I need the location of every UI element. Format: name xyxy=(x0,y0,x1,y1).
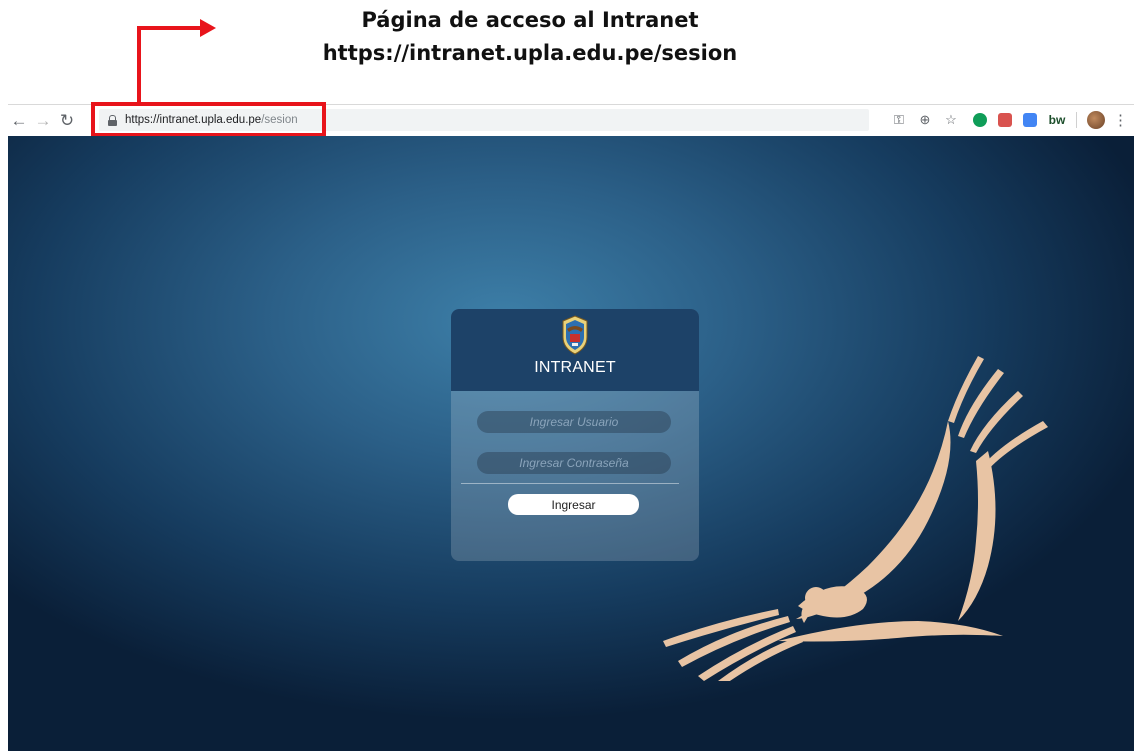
pdf-extension-icon[interactable] xyxy=(998,113,1012,127)
address-bar[interactable]: https://intranet.upla.edu.pe/sesion xyxy=(99,109,869,131)
url-path: /sesion xyxy=(261,114,298,126)
condor-illustration xyxy=(663,356,1048,681)
form-divider xyxy=(461,483,679,484)
browser-toolbar: ← → ↻ https://intranet.upla.edu.pe/sesio… xyxy=(8,104,1134,137)
forward-arrow-icon[interactable]: → xyxy=(32,109,54,133)
university-seal-logo xyxy=(562,315,588,355)
lock-icon[interactable] xyxy=(108,114,117,126)
profile-avatar[interactable] xyxy=(1087,111,1105,129)
page-viewport: INTRANET Ingresar xyxy=(8,136,1134,751)
annotation-url: https://intranet.upla.edu.pe/sesion xyxy=(322,41,738,65)
username-input[interactable] xyxy=(477,411,671,433)
login-title: INTRANET xyxy=(534,359,616,376)
menu-icon[interactable]: ⋮ xyxy=(1113,111,1128,129)
zoom-icon[interactable]: ⊕ xyxy=(914,109,936,131)
annotation-arrow-line xyxy=(137,26,141,102)
url-text[interactable]: https://intranet.upla.edu.pe/sesion xyxy=(125,114,298,126)
reload-icon[interactable]: ↻ xyxy=(56,109,78,133)
login-button[interactable]: Ingresar xyxy=(508,494,639,515)
star-icon[interactable]: ☆ xyxy=(940,109,962,131)
annotation-arrow-head xyxy=(200,19,216,37)
bw-extension-icon[interactable]: bw xyxy=(1048,113,1066,127)
annotation-arrow-line-horizontal xyxy=(137,26,203,30)
toolbar-actions: ⚿ ⊕ ☆ bw ⋮ xyxy=(884,109,1128,131)
back-arrow-icon[interactable]: ← xyxy=(8,109,30,133)
password-input[interactable] xyxy=(477,452,671,474)
annotation-caption: Página de acceso al Intranet https://int… xyxy=(180,4,880,70)
translate-extension-icon[interactable] xyxy=(1023,113,1037,127)
url-host: https://intranet.upla.edu.pe xyxy=(125,114,262,126)
toolbar-separator xyxy=(1076,112,1077,128)
hangouts-extension-icon[interactable] xyxy=(973,113,987,127)
key-icon[interactable]: ⚿ xyxy=(888,109,910,131)
annotation-title: Página de acceso al Intranet xyxy=(361,8,699,32)
